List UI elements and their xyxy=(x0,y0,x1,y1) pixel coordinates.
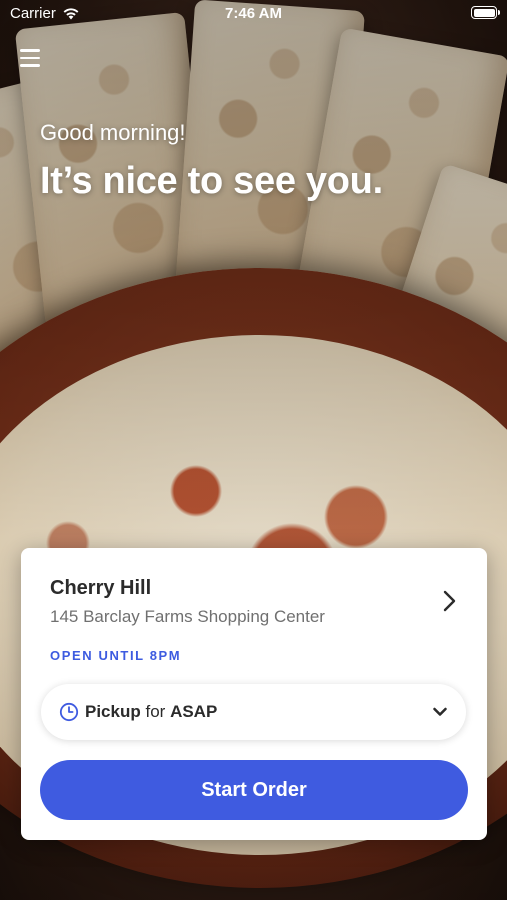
pickup-text: Pickup for ASAP xyxy=(85,702,432,722)
greeting-title: It’s nice to see you. xyxy=(40,160,383,202)
menu-line xyxy=(20,49,40,52)
start-order-button[interactable]: Start Order xyxy=(40,760,468,820)
pickup-time-selector[interactable]: Pickup for ASAP xyxy=(41,684,466,740)
order-time-label: ASAP xyxy=(170,702,218,721)
location-selector[interactable]: Cherry Hill 145 Barclay Farms Shopping C… xyxy=(21,548,487,648)
order-mode-connector: for xyxy=(145,702,166,721)
greeting: Good morning! It’s nice to see you. xyxy=(40,120,383,203)
greeting-subtitle: Good morning! xyxy=(40,120,186,145)
status-bar: Carrier 7:46 AM xyxy=(0,0,507,28)
menu-line xyxy=(20,56,40,60)
location-address: 145 Barclay Farms Shopping Center xyxy=(50,607,325,626)
clock-icon xyxy=(59,702,79,722)
status-time: 7:46 AM xyxy=(225,5,282,22)
store-hours: OPEN UNTIL 8PM xyxy=(50,648,182,663)
chevron-right-icon xyxy=(443,590,456,612)
order-card: Cherry Hill 145 Barclay Farms Shopping C… xyxy=(21,548,487,840)
menu-line xyxy=(20,64,40,67)
chevron-down-icon xyxy=(433,707,447,716)
hamburger-menu-icon[interactable] xyxy=(14,42,46,74)
location-name: Cherry Hill xyxy=(50,577,152,599)
order-mode-label: Pickup xyxy=(85,702,141,721)
battery-icon xyxy=(471,6,500,19)
